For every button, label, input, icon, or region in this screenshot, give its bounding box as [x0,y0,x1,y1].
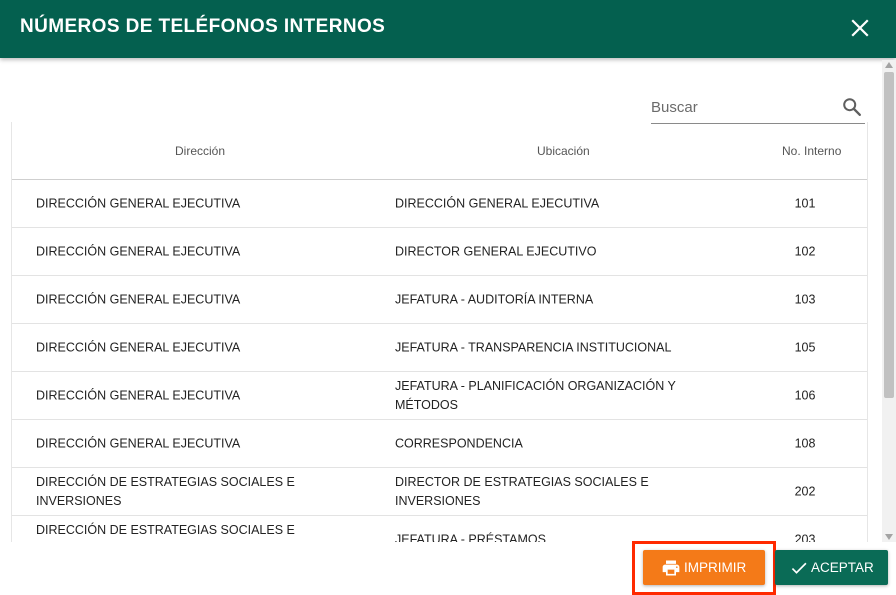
scroll-up-arrow-icon[interactable] [885,62,893,68]
cell-interno: 102 [794,244,816,258]
cell-ubicacion: DIRECCIÓN GENERAL EJECUTIVA [395,196,600,210]
column-header-ubicacion[interactable]: Ubicación [537,144,590,158]
cell-ubicacion: CORRESPONDENCIA [395,436,523,450]
cell-interno: 103 [794,292,816,306]
table-row[interactable]: DIRECCIÓN GENERAL EJECUTIVA DIRECTOR GEN… [12,228,867,276]
close-button[interactable] [850,18,870,38]
cell-ubicacion: JEFATURA - TRANSPARENCIA INSTITUCIONAL [395,340,672,354]
cell-interno: 106 [794,388,816,402]
dialog-title: NÚMEROS DE TELÉFONOS INTERNOS [20,16,386,37]
printer-icon [662,560,680,576]
table-row[interactable]: DIRECCIÓN GENERAL EJECUTIVA CORRESPONDEN… [12,420,867,468]
cell-direccion: DIRECCIÓN GENERAL EJECUTIVA [36,196,241,210]
print-button[interactable]: IMPRIMIR [643,550,765,585]
cell-interno: 105 [794,340,816,354]
accept-button[interactable]: ACEPTAR [775,550,888,585]
cell-interno: 108 [794,436,816,450]
cell-direccion: DIRECCIÓN GENERAL EJECUTIVA [36,388,241,402]
cell-interno: 101 [794,196,816,210]
search-input[interactable] [651,96,836,118]
cell-interno: 202 [794,484,816,498]
check-icon [791,562,807,574]
close-icon [851,19,869,37]
column-header-interno[interactable]: No. Interno [782,144,841,158]
column-header-direccion[interactable]: Dirección [175,144,225,158]
table-row[interactable]: DIRECCIÓN GENERAL EJECUTIVA JEFATURA - T… [12,324,867,372]
cell-direccion: DIRECCIÓN DE ESTRATEGIAS SOCIALES E INVE… [36,474,295,508]
cell-ubicacion: JEFATURA - PLANIFICACIÓN ORGANIZACIÓN Y … [395,378,676,412]
search-field [651,92,865,124]
cell-direccion: DIRECCIÓN DE ESTRATEGIAS SOCIALES E INVE… [36,522,295,543]
table-header: Dirección Ubicación No. Interno [12,122,867,180]
table-row[interactable]: DIRECCIÓN DE ESTRATEGIAS SOCIALES E INVE… [12,516,867,543]
dialog-header: NÚMEROS DE TELÉFONOS INTERNOS [0,0,896,58]
extensions-table: Dirección Ubicación No. Interno DIRECCIÓ… [11,122,868,542]
scrollbar-thumb[interactable] [884,72,894,398]
print-button-label: IMPRIMIR [684,560,747,575]
cell-direccion: DIRECCIÓN GENERAL EJECUTIVA [36,436,241,450]
table-row[interactable]: DIRECCIÓN GENERAL EJECUTIVA JEFATURA - A… [12,276,867,324]
cell-direccion: DIRECCIÓN GENERAL EJECUTIVA [36,292,241,306]
cell-ubicacion: JEFATURA - AUDITORÍA INTERNA [395,292,594,306]
vertical-scrollbar[interactable] [882,60,896,542]
cell-ubicacion: DIRECTOR DE ESTRATEGIAS SOCIALES E INVER… [395,474,649,508]
cell-direccion: DIRECCIÓN GENERAL EJECUTIVA [36,340,241,354]
table-row[interactable]: DIRECCIÓN GENERAL EJECUTIVA JEFATURA - P… [12,372,867,420]
cell-interno: 203 [794,532,816,542]
cell-direccion: DIRECCIÓN GENERAL EJECUTIVA [36,244,241,258]
search-icon[interactable] [841,96,863,118]
table-row[interactable]: DIRECCIÓN DE ESTRATEGIAS SOCIALES E INVE… [12,468,867,516]
table-row[interactable]: DIRECCIÓN GENERAL EJECUTIVA DIRECCIÓN GE… [12,180,867,228]
scroll-down-arrow-icon[interactable] [885,534,893,540]
cell-ubicacion: DIRECTOR GENERAL EJECUTIVO [395,244,597,258]
accept-button-label: ACEPTAR [811,560,874,575]
